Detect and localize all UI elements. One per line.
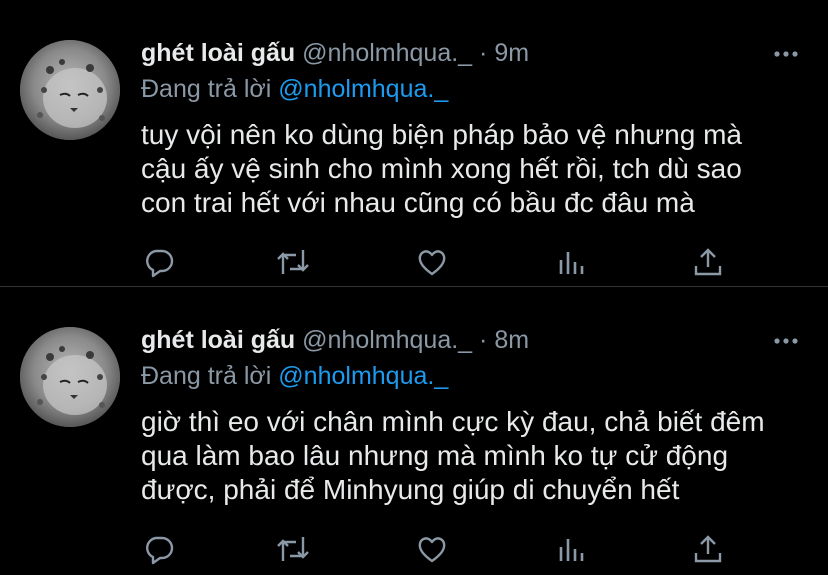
display-name[interactable]: ghét loài gấu xyxy=(141,326,295,354)
tweet-text-line: cậu ấy vệ sinh cho mình xong hết rồi, tc… xyxy=(141,153,742,184)
retweet-icon xyxy=(277,537,309,561)
tweet-text: tuy vội nên ko dùng biện pháp bảo vệ như… xyxy=(141,118,801,220)
share-button[interactable] xyxy=(690,244,726,280)
mention-link[interactable]: @nholmhqua._ xyxy=(278,75,448,103)
like-icon xyxy=(418,250,446,276)
analytics-button[interactable] xyxy=(553,244,589,280)
mention-link[interactable]: @nholmhqua._ xyxy=(278,362,448,390)
share-button[interactable] xyxy=(690,531,726,567)
retweet-button[interactable] xyxy=(275,531,311,567)
avatar[interactable] xyxy=(20,40,120,140)
tweet-text-line: qua làm bao lâu nhưng mà mình ko tự cử đ… xyxy=(141,440,729,471)
tweet-text-line: con trai hết với nhau cũng có bầu đc đâu… xyxy=(141,187,695,218)
reply-icon xyxy=(146,249,174,278)
tweet-text-line: giờ thì eo với chân mình cực kỳ đau, chả… xyxy=(141,406,765,437)
analytics-icon xyxy=(559,252,584,274)
like-button[interactable] xyxy=(414,244,450,280)
action-bar xyxy=(141,531,741,567)
replying-to: Đang trả lời @nholmhqua._ xyxy=(141,361,448,391)
more-options-icon[interactable] xyxy=(772,331,800,351)
analytics-icon xyxy=(559,539,584,561)
reply-icon xyxy=(146,536,174,565)
avatar[interactable] xyxy=(20,327,120,427)
tweet-text: giờ thì eo với chân mình cực kỳ đau, chả… xyxy=(141,405,801,507)
replying-to: Đang trả lời @nholmhqua._ xyxy=(141,74,448,104)
snow-leopard-avatar-icon xyxy=(20,327,120,427)
reply-button[interactable] xyxy=(141,244,177,280)
separator: · xyxy=(479,326,488,354)
action-bar xyxy=(141,244,741,280)
retweet-button[interactable] xyxy=(275,244,311,280)
snow-leopard-avatar-icon xyxy=(20,40,120,140)
tweet[interactable]: ghét loài gấu @nholmhqua._ · 9m Đang trả… xyxy=(0,0,828,286)
tweet[interactable]: ghét loài gấu @nholmhqua._ · 8m Đang trả… xyxy=(0,286,828,572)
reply-button[interactable] xyxy=(141,531,177,567)
like-icon xyxy=(418,537,446,563)
tweet-text-line: được, phải để Minhyung giúp di chuyển hế… xyxy=(141,474,680,505)
timestamp[interactable]: 8m xyxy=(494,326,529,354)
replying-prefix: Đang trả lời xyxy=(141,75,272,103)
share-icon xyxy=(694,535,722,563)
handle[interactable]: @nholmhqua._ xyxy=(302,326,472,354)
replying-prefix: Đang trả lời xyxy=(141,362,272,390)
more-options-icon[interactable] xyxy=(772,44,800,64)
separator: · xyxy=(479,39,488,67)
analytics-button[interactable] xyxy=(553,531,589,567)
display-name[interactable]: ghét loài gấu xyxy=(141,39,295,67)
like-button[interactable] xyxy=(414,531,450,567)
tweet-header: ghét loài gấu @nholmhqua._ · 9m xyxy=(141,38,529,68)
tweet-header: ghét loài gấu @nholmhqua._ · 8m xyxy=(141,325,529,355)
share-icon xyxy=(694,248,722,276)
retweet-icon xyxy=(277,250,309,274)
timestamp[interactable]: 9m xyxy=(494,39,529,67)
handle[interactable]: @nholmhqua._ xyxy=(302,39,472,67)
tweet-text-line: tuy vội nên ko dùng biện pháp bảo vệ như… xyxy=(141,119,742,150)
